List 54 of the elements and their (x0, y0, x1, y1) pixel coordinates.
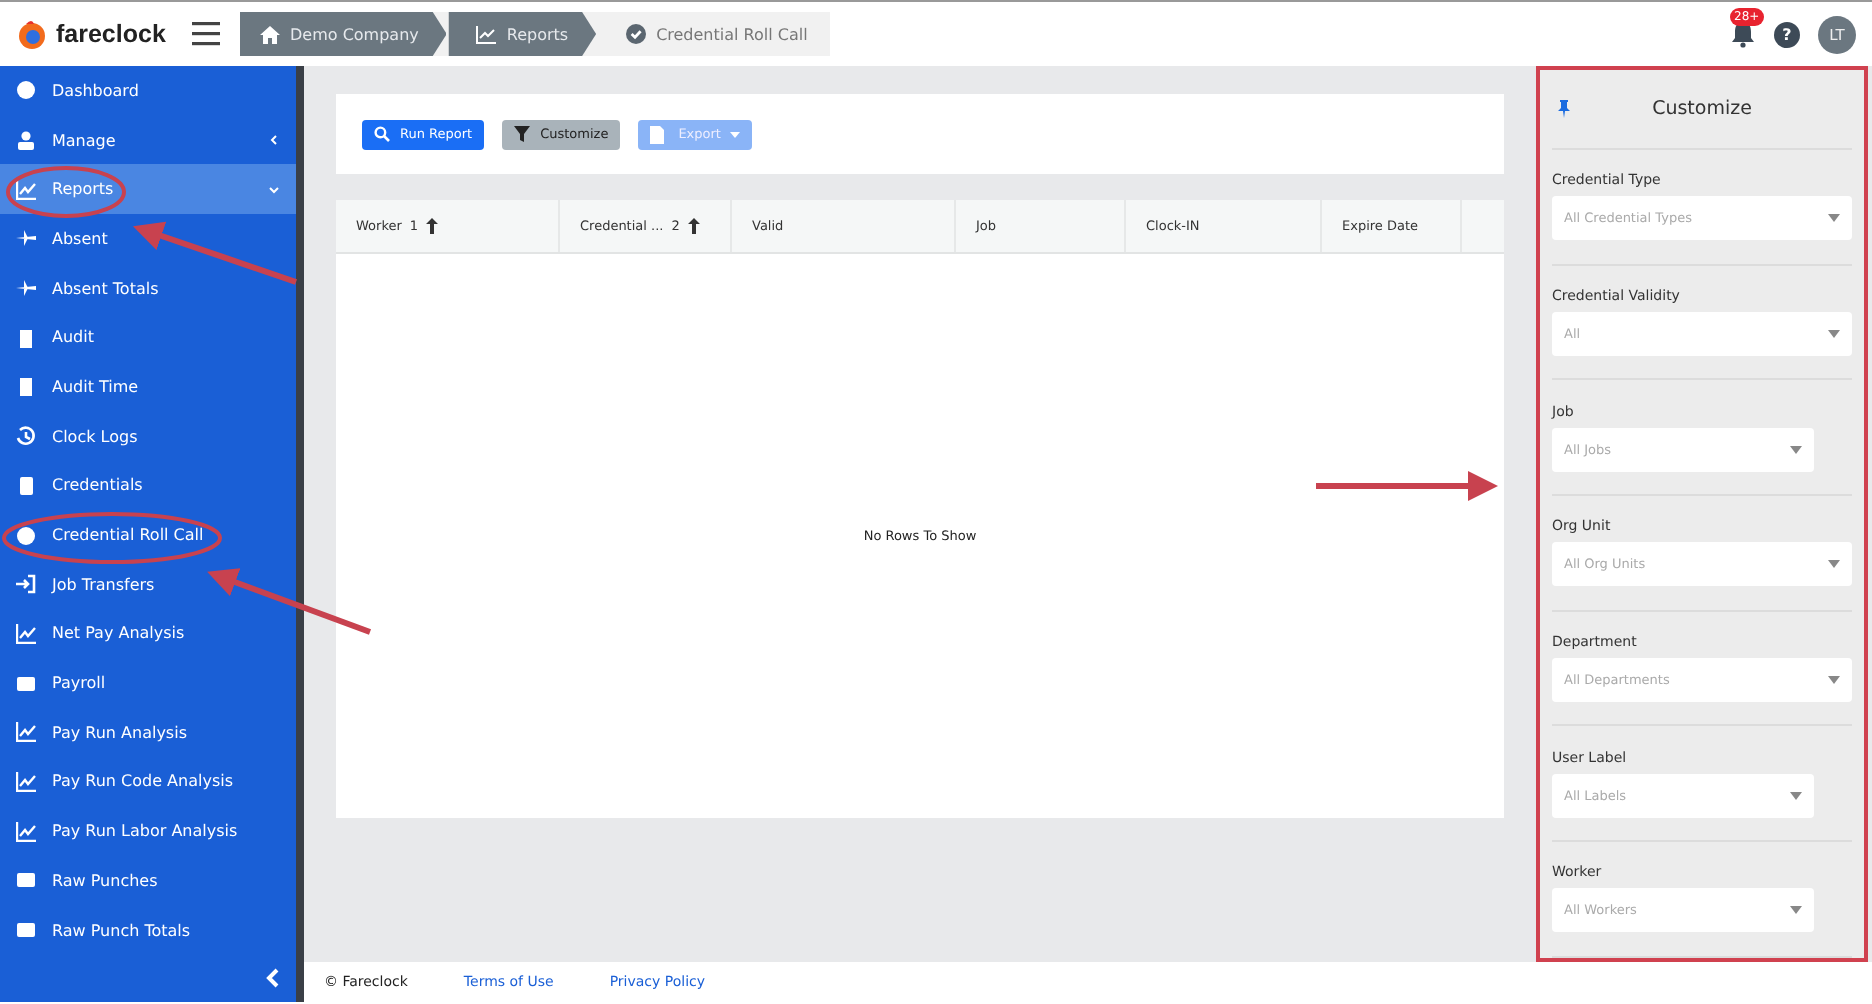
clock-icon (16, 426, 36, 447)
file-icon (650, 125, 669, 143)
chart-icon (16, 179, 36, 200)
sidebar-item[interactable]: Manage (0, 115, 296, 165)
chart-icon (16, 623, 36, 644)
sidebar-item[interactable]: Credentials (0, 461, 296, 511)
sidebar-item[interactable]: Reports (0, 164, 296, 215)
sidebar-item[interactable]: Pay Run Labor Analysis (0, 806, 296, 856)
sidebar-item[interactable]: Dashboard (0, 66, 296, 116)
chart-icon (16, 821, 36, 842)
card-icon (16, 475, 36, 496)
sidebar-item[interactable]: Audit (0, 312, 296, 363)
sidebar-item[interactable]: Absent (0, 214, 296, 264)
sidebar-item[interactable]: Job Transfers (0, 559, 296, 610)
breadcrumb-link[interactable]: Reports (448, 12, 597, 56)
sidebar-item[interactable]: Credential Roll Call (0, 510, 296, 560)
chart-icon (16, 722, 36, 743)
plane-icon (16, 228, 36, 249)
highlight-ellipse (6, 166, 126, 218)
brand-name: fareclock (56, 20, 166, 48)
pin-icon[interactable] (1558, 100, 1570, 118)
sidebar-item[interactable]: Raw Punches (0, 856, 296, 906)
sort-arrow-icon (687, 218, 700, 234)
sort-arrow-icon (426, 218, 439, 234)
enter-icon (16, 574, 36, 595)
caret-icon (1790, 791, 1802, 800)
caret-icon (1828, 330, 1840, 339)
menu-icon[interactable] (192, 22, 220, 46)
sidebar-item[interactable]: Absent Totals (0, 263, 296, 313)
panel-title: Customize (1650, 98, 1754, 120)
flame-logo-icon (16, 18, 48, 50)
sidebar-item[interactable]: Net Pay Analysis (0, 609, 296, 659)
caret-icon (1828, 676, 1840, 685)
caret-icon (1828, 560, 1840, 569)
chart-icon (16, 771, 36, 792)
help-button[interactable]: ? (1774, 21, 1800, 47)
sidebar-item[interactable]: Payroll (0, 658, 296, 708)
collapse-chevron-icon[interactable] (266, 968, 280, 989)
plane-icon (16, 278, 36, 299)
sidebar-item[interactable]: Raw Punch Totals (0, 905, 296, 955)
sidebar-item[interactable]: Clock Logs (0, 411, 296, 461)
sidebar-item[interactable]: Audit Time (0, 362, 296, 412)
person-icon (16, 130, 36, 151)
caret-icon (1790, 906, 1802, 915)
home-icon (260, 25, 280, 43)
caret-icon (730, 131, 741, 137)
search-icon (374, 126, 390, 142)
caret-icon (1790, 445, 1802, 454)
sidebar-item[interactable]: Pay Run Code Analysis (0, 757, 296, 807)
chart-icon (476, 25, 497, 43)
breadcrumb-link[interactable]: Demo Company (240, 12, 447, 56)
caret-icon (1828, 214, 1840, 223)
sidebar-item[interactable]: Pay Run Analysis (0, 707, 296, 758)
filter-icon (514, 126, 531, 142)
